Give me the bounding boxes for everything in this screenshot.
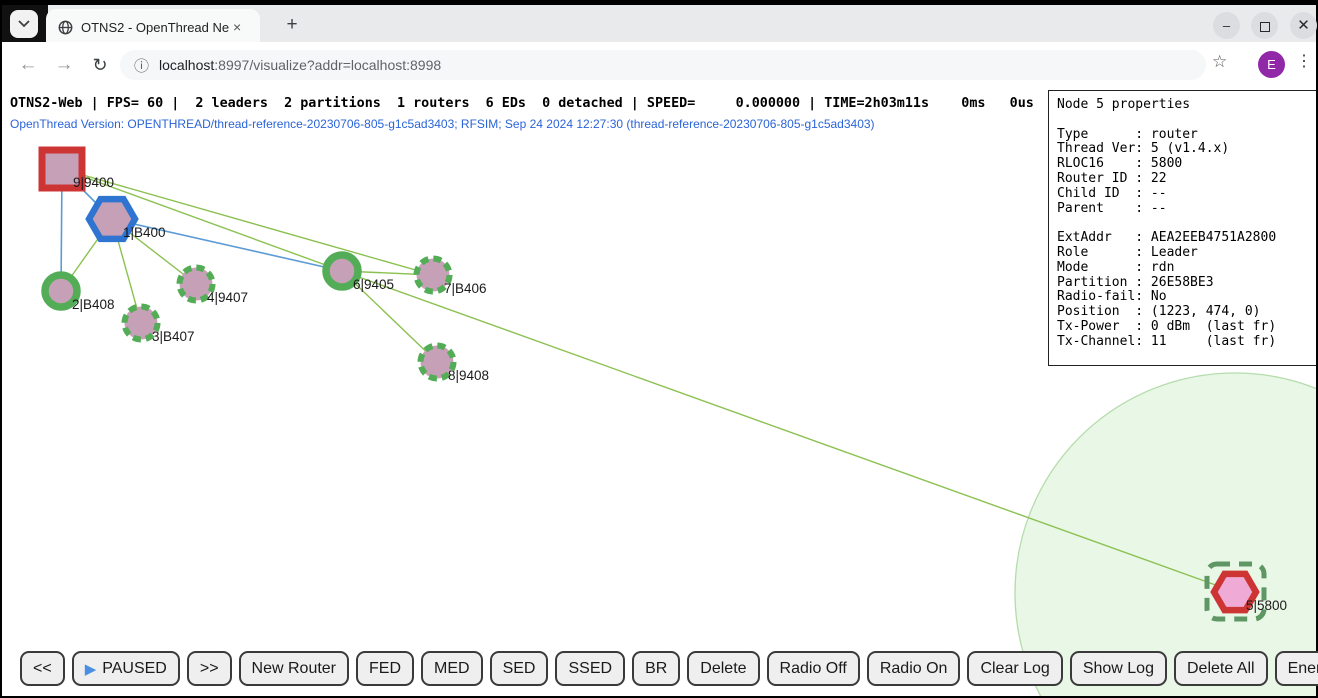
browser-toolbar: ← → ↻ ⓘ localhost:8997/visualize?addr=lo… [2, 42, 1316, 88]
simulation-status-bar: OTNS2-Web | FPS= 60 | 2 leaders 2 partit… [10, 96, 1034, 111]
window-close-button[interactable]: ✕ [1290, 12, 1317, 39]
browser-tab[interactable]: OTNS2 - OpenThread Ne × [46, 9, 260, 45]
reload-button[interactable]: ↻ [86, 51, 114, 79]
show-log-button[interactable]: Show Log [1070, 651, 1167, 686]
browser-window: OTNS2 - OpenThread Ne × + – ✕ ← → ↻ ⓘ lo… [0, 0, 1318, 698]
node-label-3: 3|B407 [152, 329, 195, 344]
node-label-5: 5|5800 [1246, 598, 1287, 613]
window-minimize-button[interactable]: – [1213, 12, 1240, 39]
bookmark-star-icon[interactable]: ☆ [1212, 52, 1227, 72]
tab-close-icon[interactable]: × [233, 20, 241, 34]
node-label-1: 1|B400 [123, 225, 166, 240]
button-label: Energy-stats [1288, 660, 1318, 678]
button-label: Radio Off [780, 660, 847, 678]
button-label: Delete All [1187, 660, 1255, 678]
openthread-version-line: OpenThread Version: OPENTHREAD/thread-re… [10, 117, 875, 131]
node-label-4: 4|9407 [207, 290, 248, 305]
simulation-toolbar: << ▶ PAUSED >> New Router FED MED SED SSED BR Dele… [20, 651, 1318, 686]
profile-avatar[interactable]: E [1258, 51, 1285, 78]
address-bar[interactable]: ⓘ localhost:8997/visualize?addr=localhos… [120, 50, 1206, 80]
button-label: PAUSED [102, 660, 167, 678]
button-label: Delete [700, 660, 746, 678]
site-info-icon[interactable]: ⓘ [134, 55, 149, 76]
radio-range-circle [1015, 373, 1316, 696]
new-router-button[interactable]: New Router [239, 651, 349, 686]
button-label: Clear Log [980, 660, 1049, 678]
new-tab-button[interactable]: + [280, 13, 304, 37]
button-label: Show Log [1083, 660, 1154, 678]
button-label: Radio On [880, 660, 948, 678]
button-label: << [33, 660, 52, 678]
--button[interactable]: >> [187, 651, 232, 686]
paused-button[interactable]: ▶ PAUSED [72, 651, 180, 686]
clear-log-button[interactable]: Clear Log [967, 651, 1062, 686]
url-text: localhost:8997/visualize?addr=localhost:… [159, 57, 441, 73]
node-label-6: 6|9405 [353, 277, 394, 292]
button-label: SED [503, 660, 536, 678]
node-label-7: 7|B406 [444, 281, 487, 296]
button-label: >> [200, 660, 219, 678]
button-label: New Router [252, 660, 336, 678]
fed-button[interactable]: FED [356, 651, 414, 686]
button-label: SSED [568, 660, 612, 678]
button-label: MED [434, 660, 470, 678]
chevron-down-icon [18, 20, 30, 28]
radio-off-button[interactable]: Radio Off [767, 651, 860, 686]
tab-strip: OTNS2 - OpenThread Ne × + – ✕ [2, 2, 1316, 42]
browser-menu-icon[interactable]: ⋮ [1296, 51, 1312, 71]
delete-all-button[interactable]: Delete All [1174, 651, 1268, 686]
node-properties-text: Node 5 properties Type : router Thread V… [1057, 98, 1316, 350]
energy-stats-button[interactable]: Energy-stats↗ [1275, 651, 1318, 686]
maximize-icon [1260, 22, 1270, 32]
node-label-9: 9|9400 [73, 175, 114, 190]
delete-button[interactable]: Delete [687, 651, 759, 686]
tab-search-button[interactable] [10, 10, 38, 38]
globe-favicon-icon [58, 20, 73, 35]
--button[interactable]: << [20, 651, 65, 686]
play-icon: ▶ [85, 660, 97, 678]
node-label-8: 8|9408 [448, 368, 489, 383]
sed-button[interactable]: SED [490, 651, 549, 686]
forward-button[interactable]: → [50, 51, 78, 79]
med-button[interactable]: MED [421, 651, 483, 686]
window-maximize-button[interactable] [1251, 12, 1278, 39]
br-button[interactable]: BR [632, 651, 680, 686]
url-host: localhost [159, 57, 214, 73]
back-button[interactable]: ← [14, 51, 42, 79]
url-path: :8997/visualize?addr=localhost:8998 [214, 57, 441, 73]
ssed-button[interactable]: SSED [555, 651, 625, 686]
button-label: BR [645, 660, 667, 678]
node-properties-panel: Node 5 properties Type : router Thread V… [1048, 90, 1316, 366]
otns-canvas: 9|9400 1|B400 2|B408 3|B407 4|9407 6|9405 7|B4… [2, 88, 1316, 696]
node-label-2: 2|B408 [72, 297, 115, 312]
tab-title: OTNS2 - OpenThread Ne [81, 20, 229, 35]
radio-on-button[interactable]: Radio On [867, 651, 961, 686]
button-label: FED [369, 660, 401, 678]
